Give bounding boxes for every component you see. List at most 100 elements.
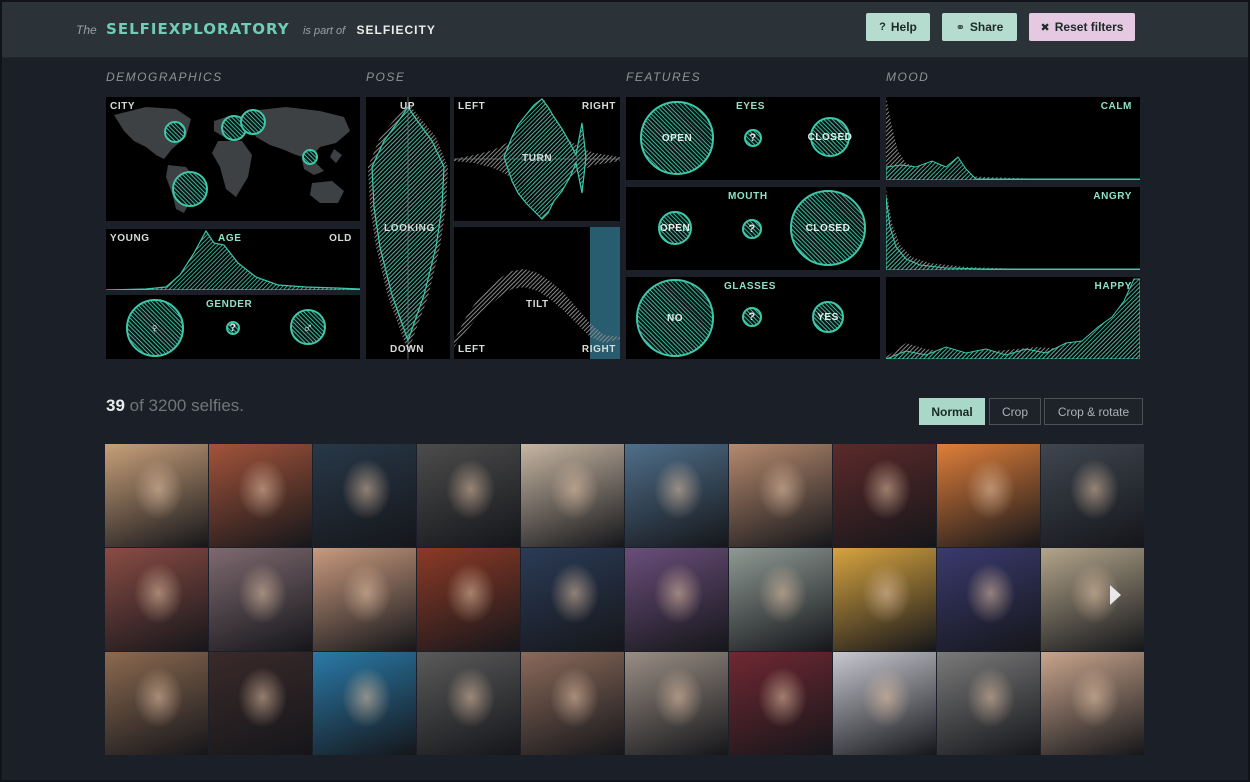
age-label: AGE [218, 233, 242, 244]
turn-label: TURN [522, 153, 553, 164]
section-demographics: DEMOGRAPHICS [106, 70, 223, 84]
looking-down-label: DOWN [390, 344, 425, 355]
selfie-thumbnail[interactable] [625, 444, 728, 547]
selfie-thumbnail[interactable] [833, 652, 936, 755]
eyes-filter-panel[interactable]: EYES OPEN ? CLOSED [626, 97, 880, 180]
selfie-thumbnail[interactable] [1041, 652, 1144, 755]
selfie-thumbnail[interactable] [417, 652, 520, 755]
city-marker-4[interactable] [302, 149, 318, 165]
selfie-thumbnail[interactable] [105, 444, 208, 547]
results-count: 39 of 3200 selfies. [106, 396, 244, 416]
results-number: 39 [106, 396, 125, 415]
selfie-thumbnail[interactable] [729, 652, 832, 755]
share-button[interactable]: ⚭ Share [942, 13, 1017, 41]
glasses-unknown-bubble[interactable]: ? [742, 307, 762, 327]
selfie-thumbnail[interactable] [833, 548, 936, 651]
selfie-thumbnail[interactable] [521, 652, 624, 755]
section-features: FEATURES [626, 70, 702, 84]
selfie-thumbnail[interactable] [833, 444, 936, 547]
help-label: Help [890, 20, 917, 34]
view-normal-button[interactable]: Normal [919, 398, 985, 425]
city-label: CITY [110, 101, 136, 112]
selfie-thumbnail[interactable] [937, 444, 1040, 547]
selfie-thumbnail[interactable] [313, 444, 416, 547]
selfie-thumbnail[interactable] [209, 444, 312, 547]
selfie-thumbnail[interactable] [729, 444, 832, 547]
looking-filter-panel[interactable]: UP LOOKING DOWN [366, 97, 450, 359]
selfie-thumbnail[interactable] [417, 548, 520, 651]
mouth-open-bubble[interactable]: OPEN [658, 211, 692, 245]
tilt-left-label: LEFT [458, 344, 486, 355]
eyes-label: EYES [736, 101, 766, 112]
selfie-thumbnail[interactable] [521, 548, 624, 651]
happy-filter-panel[interactable]: HAPPY [886, 277, 1140, 359]
selfie-thumbnail[interactable] [729, 548, 832, 651]
glasses-yes-bubble[interactable]: YES [812, 301, 844, 333]
selfie-thumbnail[interactable] [105, 548, 208, 651]
next-page-arrow-icon[interactable] [1110, 585, 1121, 605]
mouth-label: MOUTH [728, 191, 768, 202]
tilt-distribution [454, 227, 620, 359]
brand-connector: is part of [302, 25, 346, 37]
section-mood: MOOD [886, 70, 930, 84]
help-button[interactable]: ? Help [866, 13, 930, 41]
city-marker-3[interactable] [240, 109, 266, 135]
mouth-filter-panel[interactable]: MOUTH OPEN ? CLOSED [626, 187, 880, 270]
turn-right-label: RIGHT [581, 101, 616, 112]
selfie-thumbnail[interactable] [625, 652, 728, 755]
glasses-no-bubble[interactable]: NO [636, 279, 714, 357]
gender-filter-panel[interactable]: GENDER ♀ ? ♂ [106, 295, 360, 359]
calm-label: CALM [1100, 101, 1132, 112]
app-title[interactable]: SELFIEXPLORATORY [106, 20, 290, 38]
results-total: of 3200 selfies. [129, 396, 245, 415]
selfie-thumbnail[interactable] [937, 652, 1040, 755]
turn-filter-panel[interactable]: LEFT TURN RIGHT [454, 97, 620, 221]
angry-label: ANGRY [1093, 191, 1132, 202]
selfie-thumbnail[interactable] [313, 652, 416, 755]
brand-prefix: The [76, 23, 97, 37]
eyes-unknown-bubble[interactable]: ? [744, 129, 762, 147]
angry-filter-panel[interactable]: ANGRY [886, 187, 1140, 270]
gender-male-bubble[interactable]: ♂ [290, 309, 326, 345]
age-filter-panel[interactable]: YOUNG AGE OLD [106, 229, 360, 290]
selfie-thumbnail[interactable] [105, 652, 208, 755]
age-young-label: YOUNG [110, 233, 150, 244]
glasses-filter-panel[interactable]: GLASSES NO ? YES [626, 277, 880, 359]
mouth-unknown-bubble[interactable]: ? [742, 219, 762, 239]
selfie-thumbnail[interactable] [1041, 444, 1144, 547]
looking-up-label: UP [400, 101, 416, 112]
selfie-thumbnail[interactable] [209, 548, 312, 651]
gender-female-bubble[interactable]: ♀ [126, 299, 184, 357]
mouth-closed-bubble[interactable]: CLOSED [790, 190, 866, 266]
city-marker-1[interactable] [164, 121, 186, 143]
city-filter-panel[interactable]: CITY [106, 97, 360, 221]
looking-label: LOOKING [384, 223, 435, 234]
selfie-thumbnail[interactable] [625, 548, 728, 651]
selfie-thumbnail[interactable] [521, 444, 624, 547]
selfie-thumbnail[interactable] [417, 444, 520, 547]
view-crop-rotate-button[interactable]: Crop & rotate [1044, 398, 1143, 425]
selfie-thumbnail[interactable] [937, 548, 1040, 651]
age-old-label: OLD [329, 233, 352, 244]
calm-filter-panel[interactable]: CALM [886, 97, 1140, 180]
parent-site-link[interactable]: SELFIECITY [357, 23, 436, 37]
gender-unknown-bubble[interactable]: ? [226, 321, 240, 335]
selfie-thumbnail[interactable] [313, 548, 416, 651]
close-icon: ✖ [1040, 21, 1050, 34]
link-icon: ⚭ [955, 21, 965, 34]
tilt-filter-panel[interactable]: LEFT TILT RIGHT [454, 227, 620, 359]
brand: The SELFIEXPLORATORY is part of SELFIECI… [76, 20, 436, 38]
view-crop-button[interactable]: Crop [989, 398, 1041, 425]
reset-filters-button[interactable]: ✖ Reset filters [1029, 13, 1135, 41]
tilt-label: TILT [526, 299, 549, 310]
turn-left-label: LEFT [458, 101, 486, 112]
eyes-closed-bubble[interactable]: CLOSED [808, 117, 852, 157]
selfie-thumbnail[interactable] [209, 652, 312, 755]
selfie-thumbnail[interactable] [1041, 548, 1144, 651]
eyes-open-bubble[interactable]: OPEN [640, 101, 714, 175]
tilt-right-label: RIGHT [581, 344, 616, 355]
city-marker-5[interactable] [172, 171, 208, 207]
section-pose: POSE [366, 70, 406, 84]
selfie-grid [105, 444, 1146, 756]
reset-label: Reset filters [1054, 20, 1124, 34]
